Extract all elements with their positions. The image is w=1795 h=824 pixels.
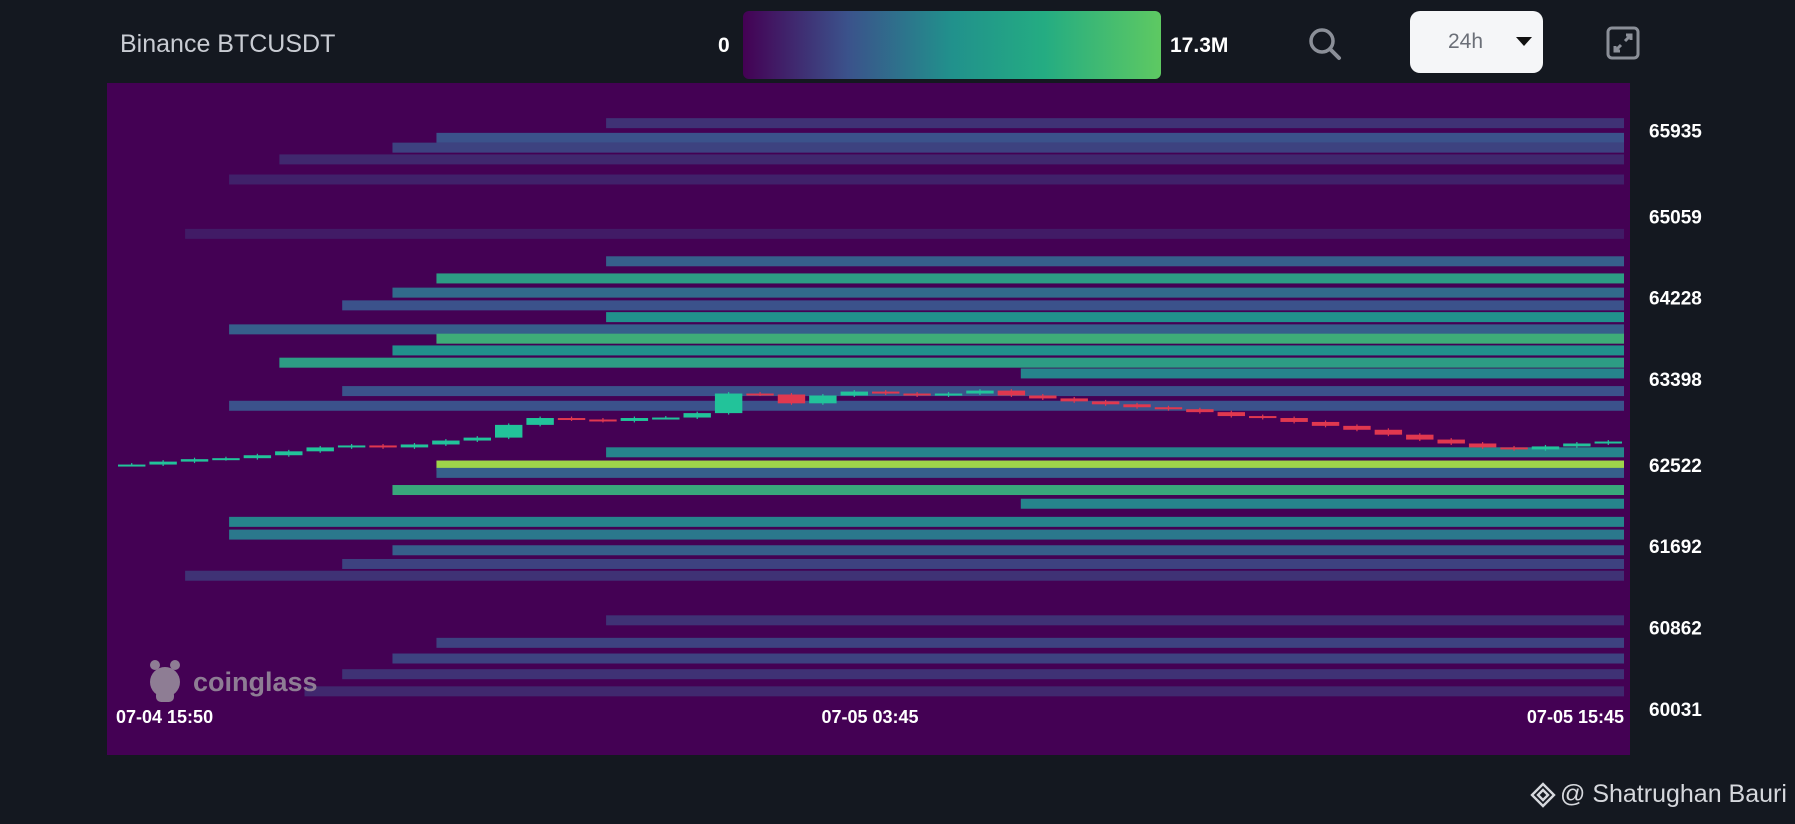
liquidation-band — [229, 516, 1625, 527]
x-tick-label: 07-04 15:50 — [116, 707, 213, 727]
liquidation-band — [392, 545, 1624, 556]
liquidation-band — [436, 273, 1625, 284]
liquidation-band — [342, 300, 1625, 311]
liquidation-band — [229, 174, 1625, 185]
candle-body — [1500, 447, 1528, 450]
y-tick-label: 61692 — [1649, 537, 1702, 558]
y-axis-ticks: 65935 65059 64228 63398 62522 61692 60862 60031 — [1649, 122, 1702, 721]
candle-body — [1154, 407, 1183, 410]
candle-body — [1249, 416, 1277, 419]
candle-body — [180, 459, 209, 462]
candle-body — [934, 393, 963, 396]
candle-body — [1091, 401, 1120, 405]
liquidation-band — [606, 447, 1624, 458]
candle-body — [243, 455, 272, 459]
liquidation-band — [436, 637, 1625, 648]
candle-body — [714, 393, 743, 414]
y-tick-label: 65059 — [1649, 207, 1702, 228]
candle-body — [495, 424, 523, 438]
candle-body — [463, 437, 491, 441]
liquidation-band — [185, 228, 1624, 239]
liquidation-band — [1020, 368, 1624, 379]
candle-body — [1406, 434, 1434, 440]
y-tick-label: 64228 — [1649, 289, 1702, 310]
candle-body — [306, 447, 334, 452]
candle-body — [337, 445, 366, 448]
heatmap-chart: 65935 65059 64228 63398 62522 61692 60862 60031… — [107, 83, 1702, 755]
candle-body — [589, 419, 617, 422]
candle-body — [1186, 409, 1214, 413]
liquidation-band — [606, 312, 1624, 323]
x-tick-label: 07-05 15:45 — [1527, 707, 1624, 727]
candle-body — [777, 394, 806, 404]
candle-body — [1374, 429, 1403, 435]
y-tick-label: 60031 — [1649, 700, 1702, 721]
candle-body — [620, 418, 649, 421]
candle-body — [1123, 404, 1151, 408]
candle-body — [526, 418, 554, 425]
candle-body — [275, 451, 303, 456]
candle-body — [966, 390, 994, 394]
liquidation-band — [606, 256, 1624, 267]
liquidation-band — [436, 132, 1625, 143]
liquidation-band — [279, 357, 1624, 368]
candle-body — [149, 461, 177, 465]
liquidation-band — [342, 558, 1625, 569]
candle-body — [557, 418, 586, 421]
candle-body — [746, 393, 774, 396]
y-tick-label: 65935 — [1649, 122, 1702, 143]
x-tick-label: 07-05 03:45 — [821, 707, 918, 727]
candle-body — [1563, 443, 1591, 447]
candle-body — [1280, 418, 1308, 422]
candle-body — [872, 391, 900, 394]
liquidation-band — [185, 570, 1624, 581]
liquidation-band — [606, 118, 1624, 129]
candle-body — [997, 390, 1026, 396]
candle-body — [683, 413, 711, 418]
candle-body — [809, 395, 837, 404]
liquidation-band — [392, 287, 1624, 298]
liquidation-band — [392, 142, 1624, 153]
candle-body — [400, 444, 429, 448]
credit-text: @ Shatrughan Bauri — [1560, 780, 1787, 808]
candle-body — [369, 445, 397, 448]
liquidation-band — [606, 615, 1624, 626]
footer-credit: @ Shatrughan Bauri — [1530, 780, 1787, 809]
liquidation-band — [229, 324, 1625, 335]
binance-icon — [1530, 782, 1556, 809]
liquidation-band — [229, 529, 1625, 540]
candle-body — [212, 458, 240, 461]
liquidation-band — [436, 333, 1625, 344]
liquidation-band — [392, 485, 1624, 496]
candle-body — [118, 464, 146, 467]
liquidation-band — [392, 653, 1624, 664]
candle-body — [1437, 439, 1465, 444]
candle-body — [1343, 425, 1371, 430]
candle-body — [1060, 398, 1088, 402]
liquidation-band — [279, 154, 1624, 165]
candle-body — [1594, 441, 1622, 444]
candle-body — [1029, 395, 1057, 399]
candle-body — [840, 391, 868, 396]
y-tick-label: 63398 — [1649, 370, 1702, 391]
candle-body — [1531, 446, 1560, 450]
y-tick-label: 62522 — [1649, 456, 1702, 477]
candle-body — [432, 440, 460, 445]
liquidation-band — [304, 686, 1624, 697]
y-tick-label: 60862 — [1649, 618, 1702, 639]
candle-body — [1217, 412, 1245, 417]
candle-body — [652, 417, 680, 420]
candle-body — [1468, 443, 1497, 448]
candle-body — [1311, 421, 1340, 426]
liquidation-band — [229, 400, 1625, 411]
liquidation-band — [436, 467, 1625, 478]
liquidation-band — [342, 669, 1625, 680]
candle-body — [903, 393, 931, 396]
liquidation-band — [392, 345, 1624, 356]
watermark-text: coinglass — [193, 667, 318, 697]
liquidation-band — [1020, 498, 1624, 509]
